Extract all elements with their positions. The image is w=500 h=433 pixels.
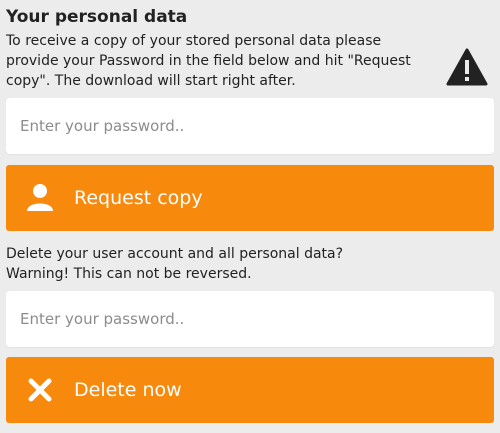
delete-question: Delete your user account and all persona… [6, 246, 344, 262]
delete-warning-text: Delete your user account and all persona… [6, 244, 476, 284]
section-title: Your personal data [6, 7, 188, 27]
request-copy-label: Request copy [74, 187, 203, 209]
delete-warning: Warning! This can not be reversed. [6, 266, 252, 282]
warning-icon [446, 48, 488, 86]
delete-now-button[interactable]: Delete now [6, 357, 494, 423]
close-icon [25, 375, 55, 405]
delete-now-label: Delete now [74, 379, 182, 401]
intro-text: To receive a copy of your stored persona… [6, 33, 411, 89]
user-icon [25, 183, 55, 213]
export-password-field[interactable] [6, 98, 494, 154]
delete-password-field[interactable] [6, 291, 494, 347]
request-copy-button[interactable]: Request copy [6, 165, 494, 231]
